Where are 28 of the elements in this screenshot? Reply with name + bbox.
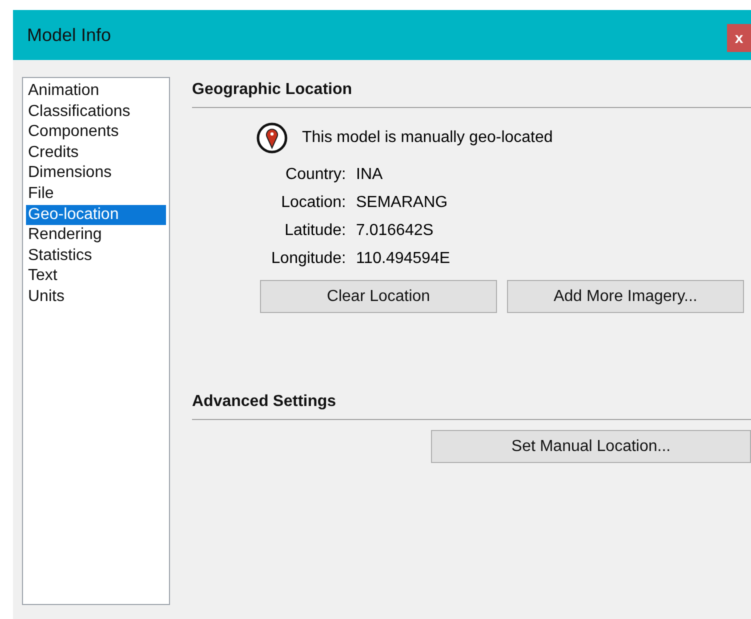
action-button[interactable]: Set Manual Location... (431, 430, 751, 463)
field-label: Latitude: (284, 222, 346, 240)
list-item[interactable]: Credits (26, 142, 166, 164)
list-item[interactable]: Rendering (26, 225, 166, 246)
map-pin-icon (256, 122, 288, 154)
section-heading: Advanced Settings (192, 393, 338, 411)
list-item[interactable]: Classifications (26, 102, 166, 122)
field-label: Location: (280, 194, 346, 212)
action-button[interactable]: Add More Imagery... (507, 280, 744, 313)
status-text: This model is manually geo-located (302, 129, 553, 147)
close-button[interactable]: x (727, 24, 751, 52)
action-button[interactable]: Clear Location (260, 280, 497, 313)
section-heading: Geographic Location (192, 81, 354, 99)
list-item[interactable]: Animation (26, 81, 166, 102)
field-value: INA (356, 166, 384, 184)
field-value: SEMARANG (356, 194, 449, 212)
list-item[interactable]: Units (26, 286, 166, 308)
list-item[interactable]: Geo-location (26, 204, 166, 226)
window-title: Model Info (27, 24, 112, 46)
list-item[interactable]: Statistics (26, 246, 166, 266)
list-item[interactable]: Dimensions (26, 163, 166, 184)
list-item[interactable]: Text (26, 266, 166, 287)
field-label: Country: (284, 166, 346, 184)
field-value: 7.016642S (356, 222, 434, 240)
field-label: Longitude: (270, 250, 346, 268)
field-value: 110.494594E (356, 250, 452, 268)
list-item[interactable]: File (26, 184, 166, 205)
list-item[interactable]: Components (26, 122, 166, 143)
